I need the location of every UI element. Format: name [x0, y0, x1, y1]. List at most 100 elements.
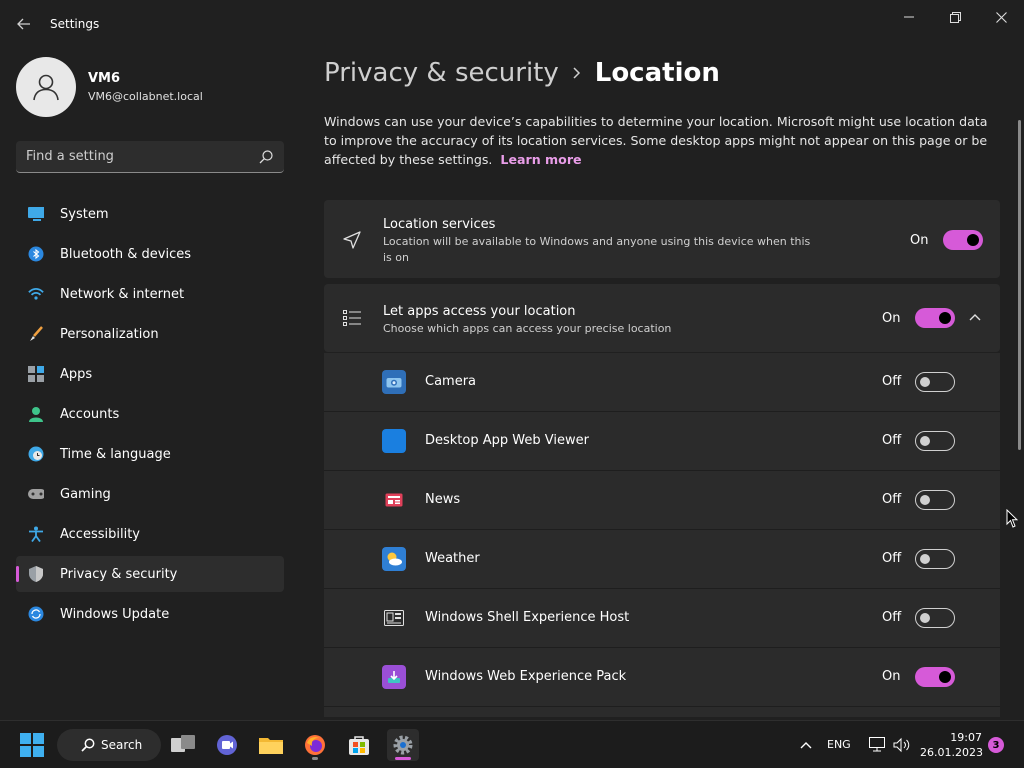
location-services-title: Location services	[383, 217, 496, 232]
breadcrumb-parent[interactable]: Privacy & security	[324, 58, 559, 88]
sidebar-item-privacy-security[interactable]: Privacy & security	[16, 556, 284, 592]
back-button[interactable]	[12, 12, 36, 36]
web-experience-location-toggle[interactable]	[915, 667, 955, 687]
speaker-icon	[893, 737, 910, 753]
sidebar-item-label: Bluetooth & devices	[60, 246, 191, 262]
update-icon	[28, 606, 44, 622]
chat-icon	[217, 735, 237, 755]
web-viewer-location-toggle[interactable]	[915, 431, 955, 451]
input-language[interactable]: ENG	[827, 738, 851, 751]
avatar	[16, 57, 76, 117]
apps-access-card[interactable]: Let apps access your location Choose whi…	[324, 284, 1000, 352]
person-icon	[28, 406, 44, 422]
sidebar-nav: System Bluetooth & devices Network & int…	[16, 196, 284, 636]
user-profile[interactable]: VM6 VM6@collabnet.local	[16, 57, 203, 117]
sidebar-item-bluetooth[interactable]: Bluetooth & devices	[16, 236, 284, 272]
list-icon	[342, 308, 362, 328]
sidebar-item-personalization[interactable]: Personalization	[16, 316, 284, 352]
sidebar-item-label: Time & language	[60, 446, 171, 462]
profile-email: VM6@collabnet.local	[88, 90, 203, 103]
firefox-icon	[305, 735, 325, 755]
app-row-windows-web-experience-pack: Windows Web Experience Pack On	[324, 648, 1000, 707]
sidebar-item-label: Privacy & security	[60, 566, 178, 582]
bluetooth-icon	[28, 246, 44, 262]
news-app-icon	[382, 488, 406, 512]
learn-more-link[interactable]: Learn more	[500, 152, 581, 167]
chevron-up-icon	[800, 742, 812, 749]
sidebar-item-accessibility[interactable]: Accessibility	[16, 516, 284, 552]
apps-access-subtitle: Choose which apps can access your precis…	[383, 322, 672, 335]
restore-button[interactable]	[943, 6, 967, 28]
app-state: On	[882, 669, 901, 684]
apps-access-state: On	[882, 311, 901, 326]
microsoft-store-button[interactable]	[343, 729, 375, 761]
brush-icon	[28, 326, 44, 342]
app-name: Windows Web Experience Pack	[425, 669, 627, 684]
close-button[interactable]	[989, 6, 1013, 28]
taskbar-search-button[interactable]: Search	[57, 729, 161, 761]
location-services-state: On	[910, 233, 929, 248]
taskbar-search-label: Search	[101, 738, 143, 752]
sidebar-item-gaming[interactable]: Gaming	[16, 476, 284, 512]
weather-app-icon	[382, 547, 406, 571]
minimize-button[interactable]	[897, 6, 921, 28]
apps-access-toggle[interactable]	[915, 308, 955, 328]
chevron-up-icon[interactable]	[968, 310, 982, 324]
app-state: Off	[882, 433, 902, 448]
accessibility-icon	[28, 526, 44, 542]
scrollbar[interactable]	[1018, 120, 1021, 450]
file-explorer-button[interactable]	[255, 729, 287, 761]
navigation-arrow-icon	[342, 230, 362, 250]
sidebar-item-time-language[interactable]: Time & language	[16, 436, 284, 472]
app-row-news: News Off	[324, 471, 1000, 530]
location-services-subtitle-1: Location will be available to Windows an…	[383, 235, 811, 248]
app-title: Settings	[50, 17, 100, 31]
restore-icon	[949, 11, 961, 23]
settings-taskbar-button[interactable]	[387, 729, 419, 761]
page-description: Windows can use your device’s capabiliti…	[324, 112, 1000, 169]
sidebar-item-label: Windows Update	[60, 606, 170, 622]
app-row-windows-shell-experience-host: Windows Shell Experience Host Off	[324, 589, 1000, 648]
store-icon	[349, 736, 369, 755]
page-title: Location	[594, 58, 720, 88]
firefox-button[interactable]	[299, 729, 331, 761]
sidebar-item-system[interactable]: System	[16, 196, 284, 232]
sidebar-item-network[interactable]: Network & internet	[16, 276, 284, 312]
app-state: Off	[882, 610, 902, 625]
user-icon	[33, 74, 59, 101]
sidebar-item-label: System	[60, 206, 109, 222]
task-view-button[interactable]	[167, 729, 199, 761]
search-input[interactable]	[26, 149, 246, 164]
app-row-desktop-app-web-viewer: Desktop App Web Viewer Off	[324, 412, 1000, 471]
sidebar-item-label: Network & internet	[60, 286, 185, 302]
apps-access-title: Let apps access your location	[383, 304, 576, 319]
notification-badge[interactable]: 3	[988, 737, 1004, 753]
location-services-toggle[interactable]	[943, 230, 983, 250]
clock[interactable]: 19:07 26.01.2023	[920, 730, 983, 760]
clock-time: 19:07	[950, 731, 982, 744]
weather-location-toggle[interactable]	[915, 549, 955, 569]
monitor-icon	[28, 206, 44, 222]
profile-name: VM6	[88, 71, 121, 86]
volume-tray-button[interactable]	[886, 729, 918, 761]
camera-location-toggle[interactable]	[915, 372, 955, 392]
show-hidden-icons-button[interactable]	[790, 729, 822, 761]
app-row-partial	[324, 707, 1000, 717]
description-text: Windows can use your device’s capabiliti…	[324, 114, 988, 167]
start-button[interactable]	[16, 729, 48, 761]
app-state: Off	[882, 551, 902, 566]
gamepad-icon	[28, 486, 44, 502]
sidebar-item-label: Personalization	[60, 326, 159, 342]
sidebar-item-apps[interactable]: Apps	[16, 356, 284, 392]
app-name: News	[425, 492, 461, 507]
network-icon	[869, 737, 885, 752]
search-icon[interactable]	[258, 149, 274, 165]
teams-chat-button[interactable]	[211, 729, 243, 761]
sidebar-item-windows-update[interactable]: Windows Update	[16, 596, 284, 632]
app-name: Windows Shell Experience Host	[425, 610, 630, 625]
shell-host-location-toggle[interactable]	[915, 608, 955, 628]
news-location-toggle[interactable]	[915, 490, 955, 510]
shield-icon	[28, 566, 44, 582]
sidebar-item-accounts[interactable]: Accounts	[16, 396, 284, 432]
clock-date: 26.01.2023	[920, 746, 983, 759]
